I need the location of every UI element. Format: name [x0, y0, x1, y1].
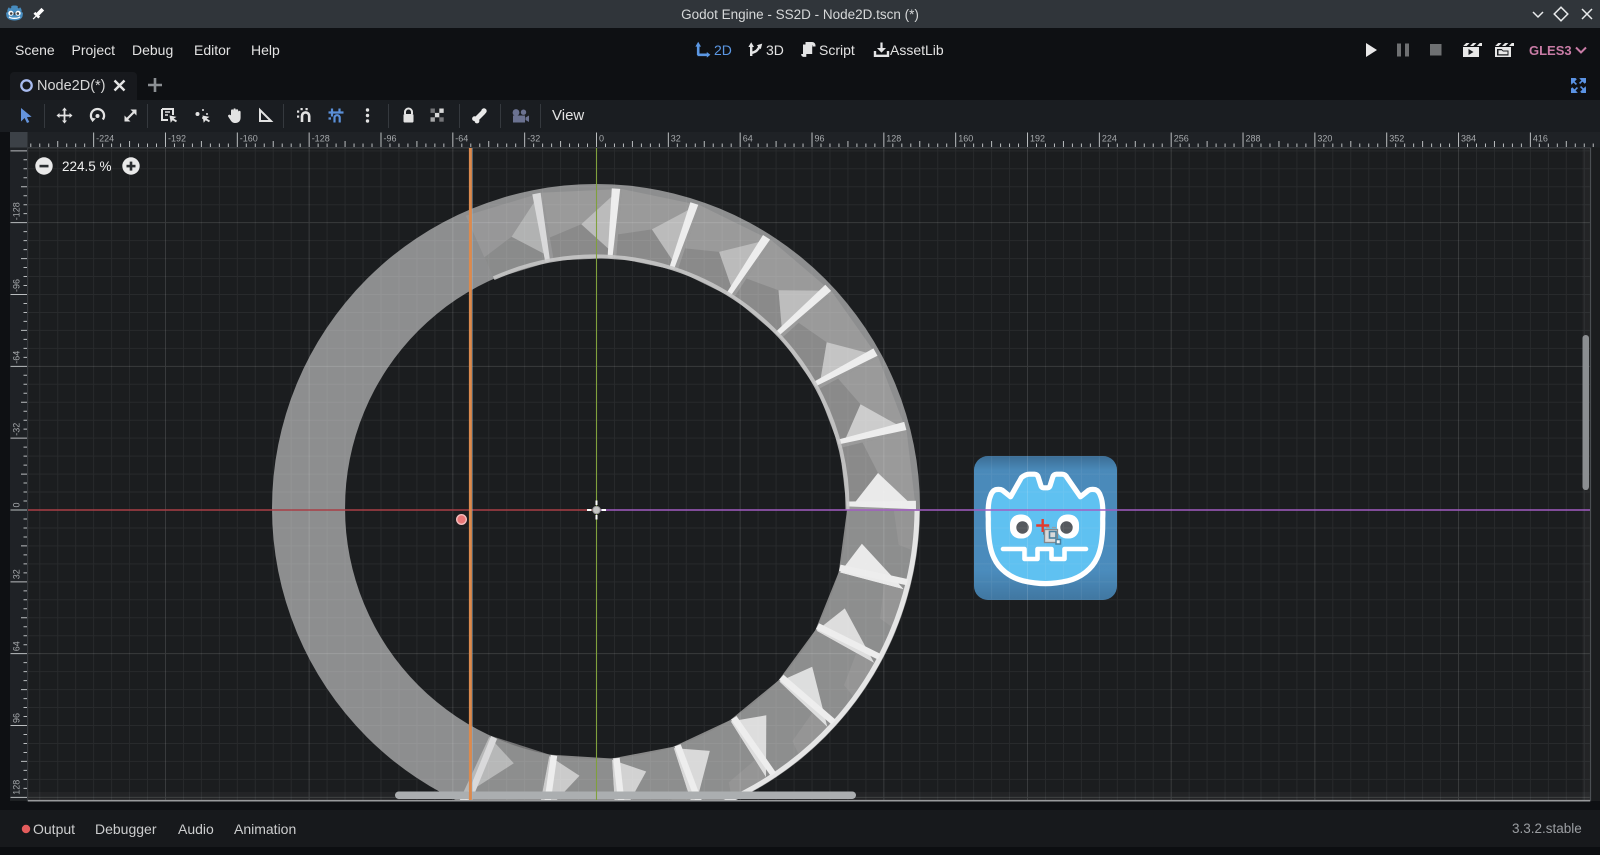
svg-text:-160: -160 [240, 134, 258, 144]
svg-text:352: 352 [1389, 134, 1404, 144]
svg-text:0: 0 [12, 502, 22, 507]
svg-text:192: 192 [1030, 134, 1045, 144]
svg-text:-96: -96 [384, 134, 397, 144]
svg-text:32: 32 [671, 134, 681, 144]
svg-text:0: 0 [599, 134, 604, 144]
svg-text:64: 64 [12, 641, 22, 651]
svg-text:224: 224 [1102, 134, 1117, 144]
svg-text:416: 416 [1533, 134, 1548, 144]
svg-text:288: 288 [1246, 134, 1261, 144]
svg-text:-128: -128 [312, 134, 330, 144]
svg-text:256: 256 [1174, 134, 1189, 144]
svg-text:-64: -64 [455, 134, 468, 144]
svg-text:-192: -192 [168, 134, 186, 144]
svg-text:96: 96 [815, 134, 825, 144]
svg-text:160: 160 [958, 134, 973, 144]
svg-text:-128: -128 [12, 202, 22, 220]
svg-text:320: 320 [1317, 134, 1332, 144]
svg-text:-32: -32 [12, 423, 22, 436]
svg-text:224.5 %: 224.5 % [62, 159, 112, 174]
svg-text:96: 96 [12, 713, 22, 723]
svg-text:384: 384 [1461, 134, 1476, 144]
svg-text:128: 128 [886, 134, 901, 144]
svg-text:32: 32 [12, 569, 22, 579]
svg-text:128: 128 [12, 780, 22, 795]
svg-text:-224: -224 [96, 134, 114, 144]
svg-text:-96: -96 [12, 279, 22, 292]
svg-text:-64: -64 [12, 351, 22, 364]
svg-text:64: 64 [743, 134, 753, 144]
svg-text:-32: -32 [527, 134, 540, 144]
